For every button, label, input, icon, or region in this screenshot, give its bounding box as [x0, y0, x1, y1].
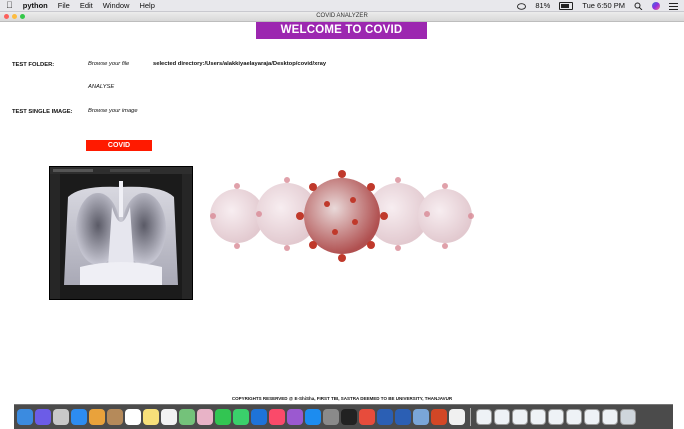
- dock: [14, 404, 673, 429]
- launchpad-icon[interactable]: [53, 409, 69, 425]
- test-folder-label: TEST FOLDER:: [12, 62, 55, 68]
- browse-file-button[interactable]: Browse your file: [88, 61, 129, 67]
- chrome-icon[interactable]: [359, 409, 375, 425]
- apple-menu-icon[interactable]: : [6, 0, 13, 11]
- window-title: COVID ANALYZER: [316, 13, 368, 19]
- photos-app-icon[interactable]: [89, 409, 105, 425]
- calendar-icon[interactable]: [125, 409, 141, 425]
- siri-icon[interactable]: [652, 1, 660, 10]
- file-icon[interactable]: [449, 409, 465, 425]
- safari-icon[interactable]: [71, 409, 87, 425]
- creative-cloud-icon[interactable]: [517, 2, 527, 10]
- word-icon[interactable]: [377, 409, 393, 425]
- analyse-button[interactable]: ANALYSE: [88, 84, 114, 90]
- app-heading: WELCOME TO COVID TESTER: [256, 22, 427, 53]
- preview-icon[interactable]: [413, 409, 429, 425]
- app-store-icon[interactable]: [305, 409, 321, 425]
- copyright-footer: COPYRIGHTS RESERVED @ E-ShiSha, FIRST TB…: [231, 396, 453, 401]
- spotlight-search-icon[interactable]: [634, 2, 643, 11]
- facetime-icon[interactable]: [233, 409, 249, 425]
- word-doc-icon[interactable]: [395, 409, 411, 425]
- menu-bar:  python File Edit Window Help 81% Tue 6…: [0, 0, 684, 12]
- maps-icon[interactable]: [179, 409, 195, 425]
- notes-icon[interactable]: [143, 409, 159, 425]
- dock-separator: [470, 408, 471, 426]
- chest-xray-image: [49, 166, 193, 300]
- finder-icon[interactable]: [17, 409, 33, 425]
- covid-button[interactable]: COVID: [86, 140, 152, 151]
- powerpoint-icon[interactable]: [431, 409, 447, 425]
- file-thumb-8[interactable]: [602, 409, 618, 425]
- browse-image-button[interactable]: Browse your image: [88, 108, 138, 114]
- battery-percent: 81%: [535, 1, 551, 10]
- file-thumb-5[interactable]: [548, 409, 564, 425]
- file-thumb-2[interactable]: [494, 409, 510, 425]
- reminders-icon[interactable]: [161, 409, 177, 425]
- siri-icon[interactable]: [35, 409, 51, 425]
- terminal-icon[interactable]: [341, 409, 357, 425]
- clock[interactable]: Tue 6:50 PM: [582, 0, 625, 11]
- file-thumb-6[interactable]: [566, 409, 582, 425]
- contacts-icon[interactable]: [107, 409, 123, 425]
- coronavirus-illustration: [205, 160, 480, 272]
- menu-file[interactable]: File: [58, 0, 70, 11]
- window-title-bar: COVID ANALYZER: [0, 12, 684, 22]
- system-preferences-icon[interactable]: [323, 409, 339, 425]
- messages-icon[interactable]: [215, 409, 231, 425]
- podcasts-icon[interactable]: [287, 409, 303, 425]
- app-menu[interactable]: python: [23, 0, 48, 11]
- file-thumb-4[interactable]: [530, 409, 546, 425]
- menu-window[interactable]: Window: [103, 0, 130, 11]
- music-icon[interactable]: [269, 409, 285, 425]
- menu-edit[interactable]: Edit: [80, 0, 93, 11]
- file-thumb-3[interactable]: [512, 409, 528, 425]
- menu-help[interactable]: Help: [139, 0, 154, 11]
- photos-icon[interactable]: [197, 409, 213, 425]
- selected-directory-text: selected directory:/Users/alakkiyaelayar…: [153, 61, 327, 67]
- trash-icon[interactable]: [620, 409, 636, 425]
- keynote-icon[interactable]: [251, 409, 267, 425]
- notification-center-icon[interactable]: [669, 2, 678, 10]
- test-single-image-label: TEST SINGLE IMAGE:: [12, 109, 73, 115]
- battery-icon[interactable]: [559, 1, 574, 10]
- file-thumb-1[interactable]: [476, 409, 492, 425]
- file-thumb-7[interactable]: [584, 409, 600, 425]
